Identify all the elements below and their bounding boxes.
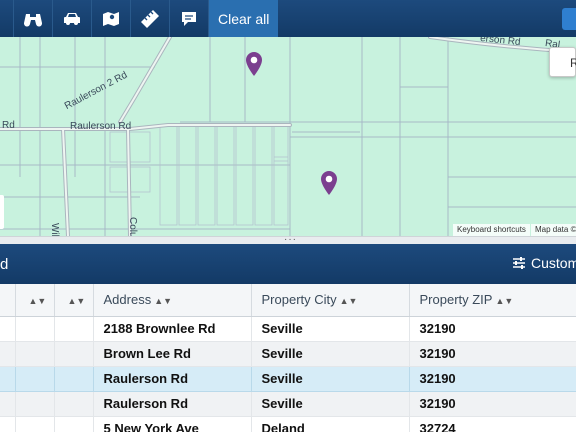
- column-header-address[interactable]: Address ▲▼: [93, 284, 252, 317]
- cell-zip: 32190: [409, 366, 576, 392]
- customize-button[interactable]: Custom: [512, 255, 576, 271]
- column-header-2[interactable]: ▲▼: [54, 284, 94, 317]
- sort-icon: ▲▼: [28, 296, 47, 307]
- toolbar-edge: [0, 0, 14, 37]
- map-marker-1[interactable]: [245, 52, 263, 76]
- map-view[interactable]: erson Rd Ral Rd Raulerson 2 Rd Raulerson…: [0, 37, 576, 236]
- cell-address: Raulerson Rd: [93, 366, 252, 392]
- cell-city: Deland: [251, 416, 410, 432]
- table-header-row: ▲▼ ▲▼ Address ▲▼ Property City ▲▼ Property…: [0, 284, 576, 317]
- cell-zip: 32190: [409, 391, 576, 417]
- customize-label: Custom: [531, 255, 576, 271]
- map-label-wils: Wils: [49, 223, 60, 236]
- keyboard-shortcuts-link[interactable]: Keyboard shortcuts: [453, 224, 530, 236]
- table-row[interactable]: 5 New York Ave Deland 32724: [0, 416, 576, 432]
- column-header-0[interactable]: [0, 284, 16, 317]
- sort-icon: ▲▼: [154, 296, 173, 307]
- ruler-icon[interactable]: [131, 0, 170, 37]
- map-type-button[interactable]: R: [549, 47, 576, 77]
- map-left-tab[interactable]: [0, 195, 4, 229]
- map-toolbar: Clear all: [0, 0, 576, 37]
- table-row[interactable]: 2188 Brownlee Rd Seville 32190: [0, 316, 576, 342]
- cell-zip: 32190: [409, 341, 576, 367]
- map-icon[interactable]: [92, 0, 131, 37]
- comment-icon[interactable]: [170, 0, 209, 37]
- sort-icon: ▲▼: [339, 296, 358, 307]
- binoculars-icon[interactable]: [14, 0, 53, 37]
- cell-city: Seville: [251, 341, 410, 367]
- cell-city: Seville: [251, 391, 410, 417]
- table-row[interactable]: Raulerson Rd Seville 32190: [0, 391, 576, 417]
- clear-all-button[interactable]: Clear all: [209, 0, 279, 37]
- map-label-raulerson-rd: Raulerson Rd: [70, 121, 132, 132]
- cell-zip: 32190: [409, 316, 576, 342]
- toolbar-right-button[interactable]: [562, 8, 576, 30]
- cell-address: 2188 Brownlee Rd: [93, 316, 252, 342]
- map-label-road-left: Rd: [2, 120, 15, 131]
- column-header-property-city[interactable]: Property City ▲▼: [251, 284, 410, 317]
- column-header-property-zip[interactable]: Property ZIP ▲▼: [409, 284, 576, 317]
- cell-city: Seville: [251, 366, 410, 392]
- results-title: d: [0, 256, 9, 273]
- app-window: Clear all erson Rd Ral Rd Raulerson 2 Rd…: [0, 0, 576, 432]
- table-row[interactable]: Brown Lee Rd Seville 32190: [0, 341, 576, 367]
- column-header-1[interactable]: ▲▼: [15, 284, 55, 317]
- car-icon[interactable]: [53, 0, 92, 37]
- table-row-selected[interactable]: Raulerson Rd Seville 32190: [0, 366, 576, 392]
- map-roads: [0, 37, 576, 236]
- pane-splitter[interactable]: ···: [0, 234, 576, 245]
- results-header: d Custom: [0, 244, 576, 284]
- results-table: ▲▼ ▲▼ Address ▲▼ Property City ▲▼ Property…: [0, 284, 576, 432]
- sliders-icon: [513, 257, 525, 269]
- cell-zip: 32724: [409, 416, 576, 432]
- map-marker-2[interactable]: [320, 171, 338, 195]
- map-label-colu: Colu: [127, 217, 138, 236]
- sort-icon: ▲▼: [67, 296, 86, 307]
- results-table-container: ▲▼ ▲▼ Address ▲▼ Property City ▲▼ Property…: [0, 284, 576, 432]
- map-data-attribution: Map data ©2: [531, 224, 576, 236]
- cell-city: Seville: [251, 316, 410, 342]
- cell-address: Brown Lee Rd: [93, 341, 252, 367]
- cell-address: Raulerson Rd: [93, 391, 252, 417]
- sort-icon: ▲▼: [495, 296, 514, 307]
- cell-address: 5 New York Ave: [93, 416, 252, 432]
